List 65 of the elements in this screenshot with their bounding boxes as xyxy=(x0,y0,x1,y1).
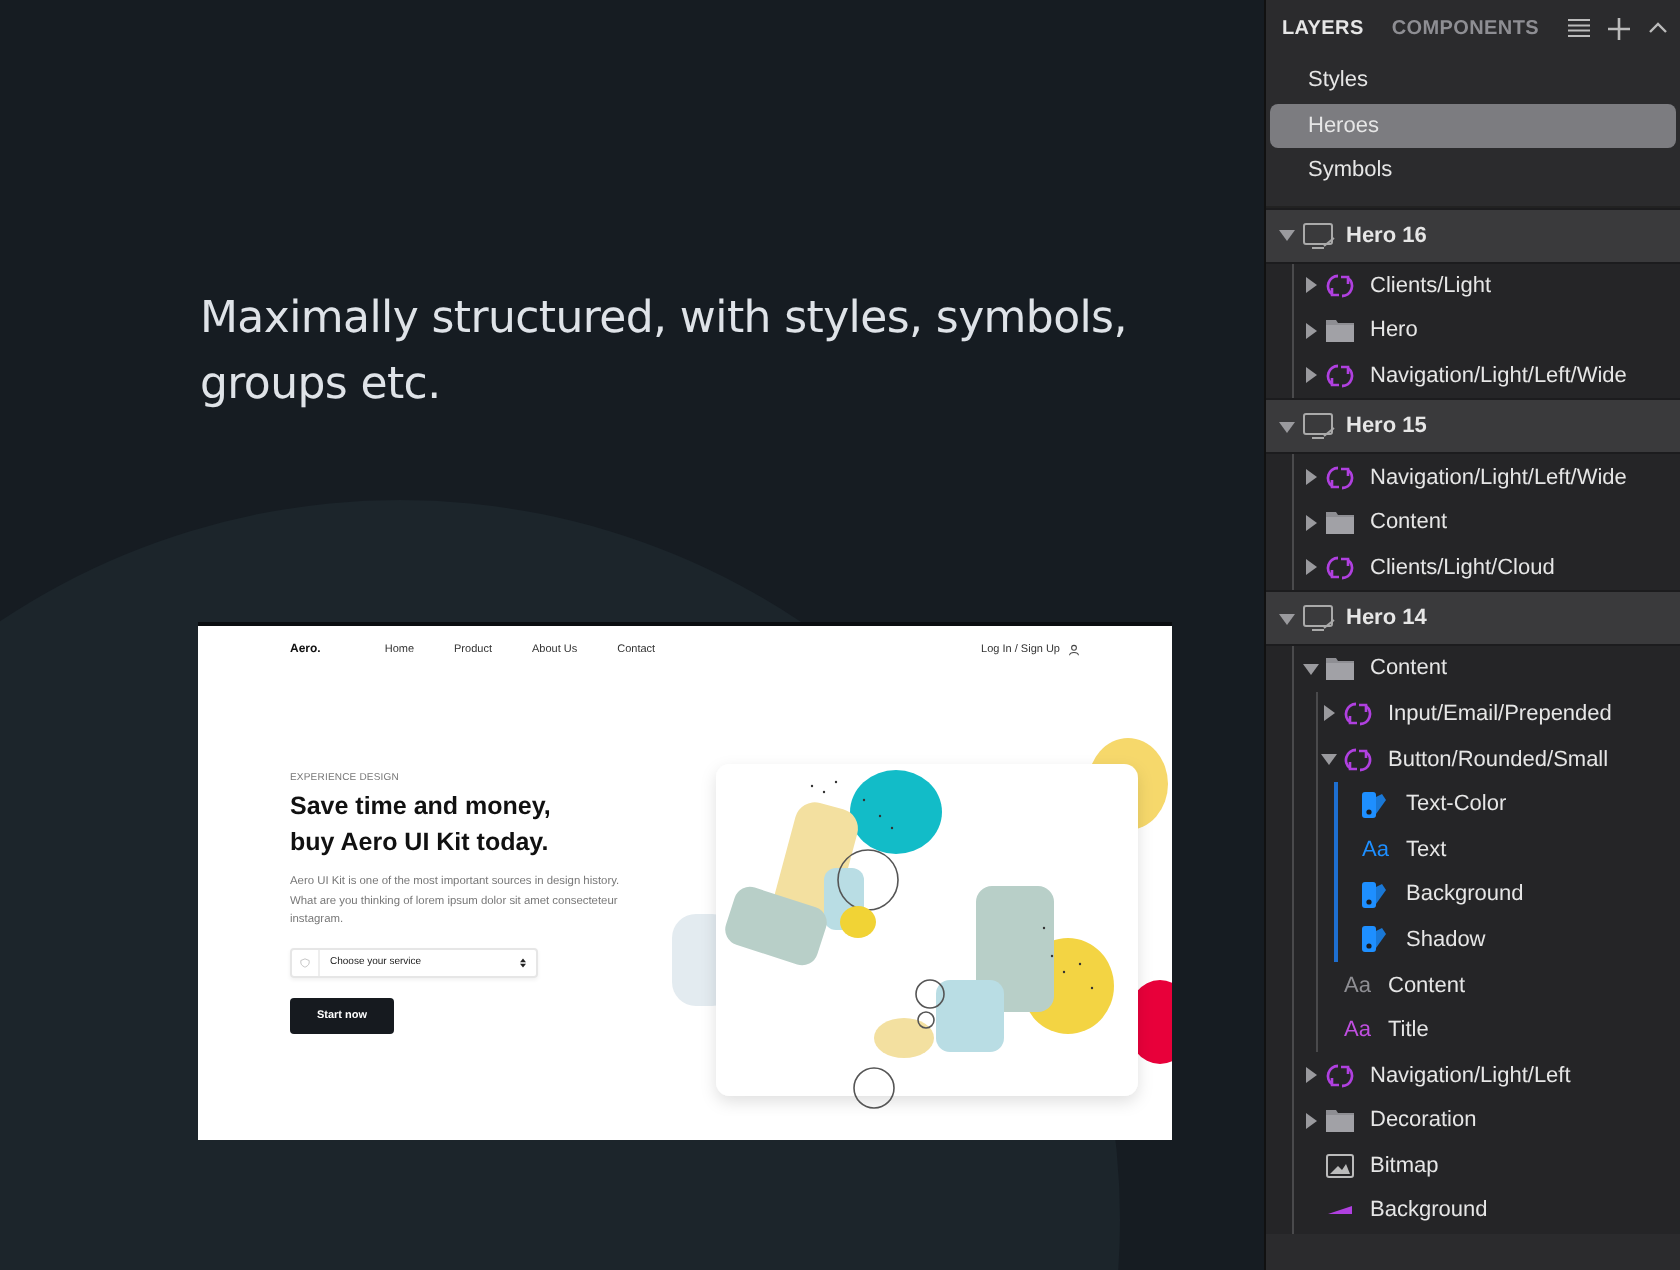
collapsed-triangle-icon[interactable] xyxy=(1302,513,1320,532)
folder-icon xyxy=(1326,656,1354,681)
layer-name[interactable]: Clients/Light xyxy=(1370,273,1492,298)
layer-name[interactable]: Text-Color xyxy=(1406,792,1507,817)
layer-name[interactable]: Hero 14 xyxy=(1346,606,1427,631)
collapsed-triangle-icon[interactable] xyxy=(1302,1111,1320,1130)
collapse-icon[interactable] xyxy=(1647,22,1668,34)
layer-name[interactable]: Background xyxy=(1406,882,1524,907)
panel-tab[interactable]: COMPONENTS xyxy=(1391,17,1540,39)
layer-name[interactable]: Hero 16 xyxy=(1346,223,1427,247)
shield-icon xyxy=(300,957,310,968)
user-icon xyxy=(1068,644,1080,656)
monitor-icon xyxy=(1302,221,1338,249)
menu-icon[interactable] xyxy=(1567,18,1590,38)
symbol-icon xyxy=(1344,699,1372,728)
folder-icon xyxy=(1326,1108,1354,1133)
swatch-icon xyxy=(1362,791,1388,818)
layer-name[interactable]: Background xyxy=(1370,1198,1488,1223)
collapsed-triangle-icon[interactable] xyxy=(1302,558,1320,577)
collapsed-triangle-icon[interactable] xyxy=(1302,1066,1320,1085)
layer-name[interactable]: Decoration xyxy=(1370,1108,1477,1133)
layer-name[interactable]: Content xyxy=(1370,656,1448,681)
add-icon[interactable] xyxy=(1607,17,1630,39)
layer-name[interactable]: Content xyxy=(1388,973,1466,998)
expanded-triangle-icon[interactable] xyxy=(1302,659,1320,678)
layer-name[interactable]: Content xyxy=(1370,510,1448,535)
expanded-triangle-icon[interactable] xyxy=(1278,417,1296,436)
collapsed-triangle-icon[interactable] xyxy=(1302,321,1320,340)
image-icon xyxy=(1326,1153,1354,1178)
collapsed-triangle-icon[interactable] xyxy=(1302,366,1320,385)
collapsed-triangle-icon[interactable] xyxy=(1302,276,1320,295)
folder-icon xyxy=(1326,318,1354,343)
collapsed-triangle-icon[interactable] xyxy=(1320,704,1338,723)
text-layer-icon: Aa xyxy=(1362,837,1389,862)
layer-name[interactable]: Text xyxy=(1406,837,1447,862)
collapsed-triangle-icon[interactable] xyxy=(1302,468,1320,487)
shape-icon xyxy=(1326,1204,1354,1217)
layer-name[interactable]: Shadow xyxy=(1406,927,1486,952)
symbol-icon xyxy=(1326,271,1354,300)
text-layer-icon: Aa xyxy=(1344,973,1371,998)
expanded-triangle-icon[interactable] xyxy=(1278,226,1296,244)
hero-title: buy Aero UI Kit today. xyxy=(290,826,551,860)
page-item[interactable]: Styles xyxy=(1270,58,1676,103)
monitor-icon xyxy=(1302,412,1338,441)
text-layer-icon: Aa xyxy=(1344,1018,1371,1043)
symbol-icon xyxy=(1326,1061,1354,1090)
layer-name[interactable]: Hero 15 xyxy=(1346,414,1427,439)
expanded-triangle-icon[interactable] xyxy=(1320,750,1338,769)
layer-name[interactable]: Title xyxy=(1388,1018,1429,1043)
headline: Maximally structured, with styles, symbols, groups etc. xyxy=(200,292,1129,414)
layer-name[interactable]: Bitmap xyxy=(1370,1153,1439,1178)
caret-icon xyxy=(520,957,526,968)
symbol-icon xyxy=(1326,361,1354,390)
panel-tab[interactable]: LAYERS xyxy=(1282,17,1364,39)
symbol-icon xyxy=(1326,463,1354,492)
symbol-icon xyxy=(1326,553,1354,582)
hero-title: Save time and money, xyxy=(290,790,553,824)
monitor-icon xyxy=(1302,604,1338,633)
swatch-icon xyxy=(1362,881,1388,908)
symbol-icon xyxy=(1344,745,1372,774)
layer-name[interactable]: Hero xyxy=(1370,318,1418,343)
swatch-icon xyxy=(1362,926,1388,953)
expanded-triangle-icon[interactable] xyxy=(1278,609,1296,628)
page-item[interactable]: Symbols xyxy=(1270,148,1676,193)
folder-icon xyxy=(1326,510,1354,535)
